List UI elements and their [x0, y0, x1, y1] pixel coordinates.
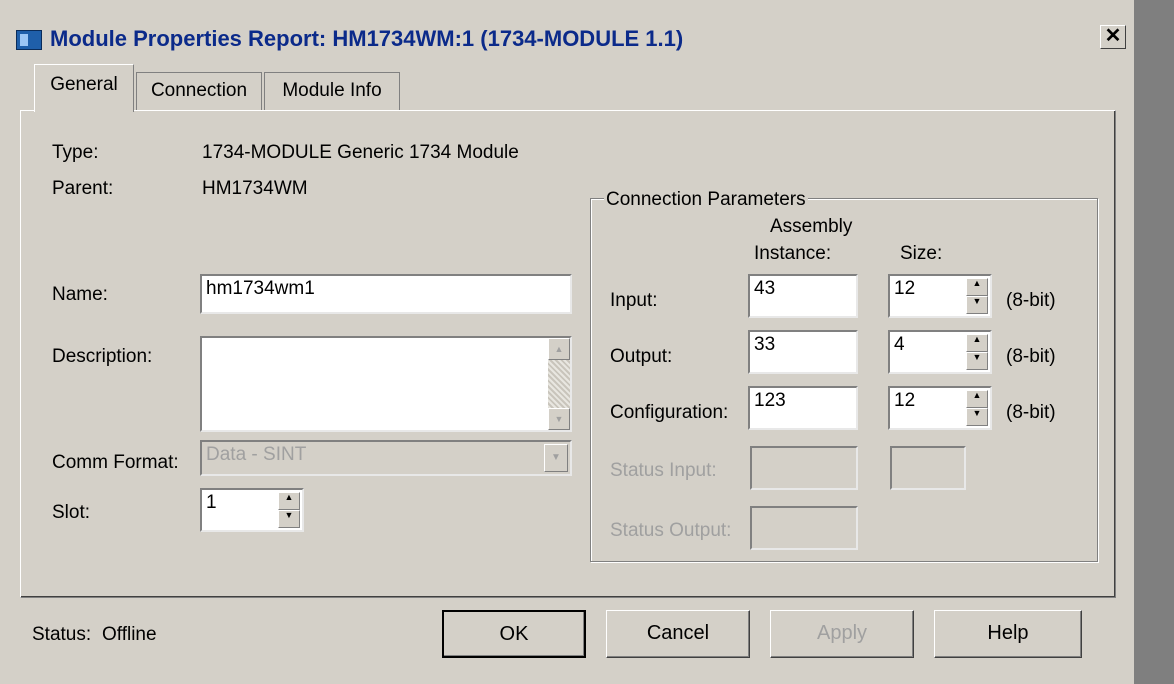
tab-module-info[interactable]: Module Info: [264, 72, 400, 110]
configuration-size-spin[interactable]: ▲ ▼: [966, 390, 988, 426]
assembly-header: Assembly: [770, 216, 853, 237]
input-instance-field[interactable]: 43: [748, 274, 858, 318]
ok-button[interactable]: OK: [442, 610, 586, 658]
input-size-value: 12: [894, 278, 916, 299]
configuration-unit: (8-bit): [1006, 402, 1056, 423]
comm-format-select: Data - SINT ▼: [200, 440, 572, 476]
status-output-field: [750, 506, 858, 550]
chevron-down-icon: ▼: [544, 444, 568, 472]
apply-button: Apply: [770, 610, 914, 658]
spin-down-icon[interactable]: ▼: [966, 408, 988, 426]
scroll-down-arrow-icon[interactable]: ▼: [548, 408, 570, 430]
spin-up-icon[interactable]: ▲: [966, 334, 988, 352]
comm-format-label: Comm Format:: [52, 452, 179, 473]
size-header: Size:: [900, 243, 943, 264]
tab-connection[interactable]: Connection: [136, 72, 262, 110]
spin-down-icon[interactable]: ▼: [278, 510, 300, 528]
background-strip: [1134, 0, 1174, 684]
spin-up-icon[interactable]: ▲: [278, 492, 300, 510]
slot-value: 1: [206, 492, 217, 513]
description-scrollbar[interactable]: ▲ ▼: [548, 338, 570, 430]
spin-up-icon[interactable]: ▲: [966, 390, 988, 408]
configuration-instance-field[interactable]: 123: [748, 386, 858, 430]
output-size-spin[interactable]: ▲ ▼: [966, 334, 988, 370]
help-button[interactable]: Help: [934, 610, 1082, 658]
output-size-stepper[interactable]: 4 ▲ ▼: [888, 330, 992, 374]
spin-down-icon[interactable]: ▼: [966, 352, 988, 370]
app-icon: [16, 30, 42, 50]
status-input-label: Status Input:: [610, 460, 717, 481]
module-properties-dialog: Module Properties Report: HM1734WM:1 (17…: [0, 0, 1134, 684]
parent-label: Parent:: [52, 178, 114, 199]
name-input[interactable]: hm1734wm1: [200, 274, 572, 314]
configuration-label: Configuration:: [610, 402, 729, 423]
instance-header: Instance:: [754, 243, 832, 264]
output-label: Output:: [610, 346, 673, 367]
output-size-value: 4: [894, 334, 905, 355]
description-label: Description:: [52, 346, 153, 367]
status-output-label: Status Output:: [610, 520, 732, 541]
connection-parameters-title: Connection Parameters: [604, 189, 808, 211]
output-instance-field[interactable]: 33: [748, 330, 858, 374]
status-input-size-field: [890, 446, 966, 490]
status-value: Offline: [102, 624, 157, 645]
input-size-stepper[interactable]: 12 ▲ ▼: [888, 274, 992, 318]
input-label: Input:: [610, 290, 658, 311]
window-title: Module Properties Report: HM1734WM:1 (17…: [50, 26, 684, 51]
parent-value: HM1734WM: [202, 178, 308, 199]
tab-general[interactable]: General: [34, 64, 134, 112]
type-label: Type:: [52, 142, 99, 163]
output-unit: (8-bit): [1006, 346, 1056, 367]
input-size-spin[interactable]: ▲ ▼: [966, 278, 988, 314]
slot-stepper[interactable]: 1 ▲ ▼: [200, 488, 304, 532]
spin-down-icon[interactable]: ▼: [966, 296, 988, 314]
input-unit: (8-bit): [1006, 290, 1056, 311]
cancel-button[interactable]: Cancel: [606, 610, 750, 658]
slot-spin-buttons[interactable]: ▲ ▼: [278, 492, 300, 528]
title-bar[interactable]: Module Properties Report: HM1734WM:1 (17…: [6, 6, 1126, 56]
slot-label: Slot:: [52, 502, 91, 523]
status-label: Status:: [32, 624, 92, 645]
spin-up-icon[interactable]: ▲: [966, 278, 988, 296]
name-label: Name:: [52, 284, 108, 305]
comm-format-value: Data - SINT: [206, 444, 307, 465]
configuration-size-stepper[interactable]: 12 ▲ ▼: [888, 386, 992, 430]
close-button[interactable]: ✕: [1100, 25, 1126, 49]
type-value: 1734-MODULE Generic 1734 Module: [202, 142, 519, 163]
scroll-up-arrow-icon[interactable]: ▲: [548, 338, 570, 360]
configuration-size-value: 12: [894, 390, 916, 411]
status-input-field: [750, 446, 858, 490]
description-textarea[interactable]: ▲ ▼: [200, 336, 572, 432]
